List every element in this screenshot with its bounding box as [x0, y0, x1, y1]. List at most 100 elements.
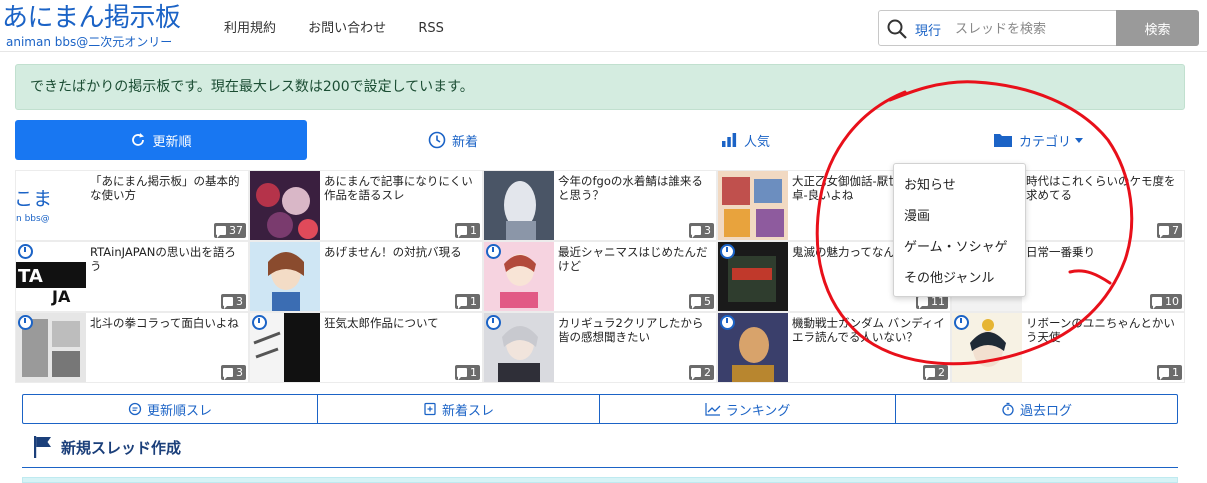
reply-count: 2: [689, 365, 714, 380]
nav-terms-link[interactable]: 利用規約: [224, 21, 276, 36]
search-box: 現行 検索: [878, 10, 1199, 46]
tab-category-label: カテゴリ: [1018, 134, 1071, 150]
reply-count: 1: [455, 223, 480, 238]
comment-icon: [918, 297, 928, 309]
reply-count: 3: [689, 223, 714, 238]
thread-title: カリギュラ2クリアしたから皆の感想聞きたい: [558, 316, 704, 344]
subnav-ranking[interactable]: ランキング: [600, 395, 896, 423]
reply-count: 1: [455, 294, 480, 309]
comment-icon: [457, 297, 467, 309]
new-thread-header[interactable]: 新規スレッド作成: [33, 434, 181, 460]
top-nav: 利用規約 お問い合わせ RSS: [224, 17, 472, 36]
thread-card[interactable]: こま n bbs@ 「あにまん掲示板」の基本的な使い方 37: [15, 170, 249, 241]
thread-title: あげません！の対抗バ現る: [324, 245, 462, 259]
section-divider: [22, 467, 1178, 468]
category-item-games[interactable]: ゲーム・ソシャゲ: [894, 232, 1025, 263]
clock-icon: [252, 315, 267, 330]
reply-count: 3: [221, 294, 246, 309]
reply-count-value: 5: [704, 295, 711, 308]
thread-thumbnail: [250, 171, 320, 240]
thread-thumbnail: [718, 171, 788, 240]
subnav-updated-threads[interactable]: 更新順スレ: [23, 395, 318, 423]
comment-icon: [925, 368, 935, 380]
thread-card[interactable]: カリギュラ2クリアしたから皆の感想聞きたい 2: [483, 312, 717, 383]
comment-icon: [457, 368, 467, 380]
svg-text:n bbs@: n bbs@: [16, 214, 50, 224]
thread-title: 日常一番乗り: [1026, 245, 1095, 259]
logo-title: あにまん掲示板: [2, 3, 181, 33]
thread-thumbnail: こま n bbs@: [16, 171, 86, 240]
thread-title: 北斗の拳コラって面白いよね: [90, 316, 239, 330]
comment-icon: [1159, 368, 1169, 380]
reply-count-value: 10: [1165, 295, 1179, 308]
category-item-manga[interactable]: 漫画: [894, 201, 1025, 232]
thread-card[interactable]: TA JA RTAinJAPANの思い出を語ろう 3: [15, 241, 249, 312]
tab-popular[interactable]: 人気: [599, 120, 891, 160]
subnav-archive[interactable]: 過去ログ: [896, 395, 1177, 423]
reply-count: 10: [1150, 294, 1182, 309]
sort-tabs: 更新順 新着 人気 カテゴリ: [15, 120, 1185, 160]
comment-icon: [216, 226, 226, 238]
thread-card[interactable]: 北斗の拳コラって面白いよね 3: [15, 312, 249, 383]
reply-count: 37: [214, 223, 246, 238]
search-scope-toggle[interactable]: 現行: [915, 20, 941, 39]
reply-count: 2: [923, 365, 948, 380]
thread-card[interactable]: 最近シャニマスはじめたんだけど 5: [483, 241, 717, 312]
logo-subtitle: animan bbs@二次元オンリー: [6, 35, 173, 49]
notice-banner: できたばかりの掲示板です。現在最大レス数は200で設定しています。: [15, 64, 1185, 110]
thread-title: RTAinJAPANの思い出を語ろう: [90, 245, 236, 273]
stopwatch-icon: [1002, 402, 1014, 416]
search-icon: [887, 19, 907, 39]
reply-count: 3: [221, 365, 246, 380]
thread-title: 時代はこれくらいのケモ度を求めてる: [1026, 174, 1176, 202]
reply-count-value: 37: [229, 224, 243, 237]
svg-text:JA: JA: [51, 287, 71, 306]
tab-category[interactable]: カテゴリ: [891, 120, 1185, 160]
thread-card[interactable]: あげません！の対抗バ現る 1: [249, 241, 483, 312]
tab-updated-label: 更新順: [152, 134, 192, 150]
tab-new[interactable]: 新着: [307, 120, 599, 160]
nav-contact-link[interactable]: お問い合わせ: [308, 21, 386, 36]
thread-card[interactable]: あにまんで記事になりにくい作品を語るスレ 1: [249, 170, 483, 241]
reply-count-value: 1: [470, 295, 477, 308]
bottom-nav: 更新順スレ 新着スレ ランキング 過去ログ: [22, 394, 1178, 424]
tab-popular-label: 人気: [743, 134, 770, 150]
nav-rss-link[interactable]: RSS: [418, 21, 444, 36]
reply-count-value: 2: [938, 366, 945, 379]
reply-count: 1: [1157, 365, 1182, 380]
category-dropdown: お知らせ 漫画 ゲーム・ソシャゲ その他ジャンル: [893, 163, 1026, 297]
reply-count: 7: [1157, 223, 1182, 238]
thread-title: リボーンのユニちゃんとかいう天使: [1026, 316, 1175, 344]
refresh-icon: [132, 133, 145, 146]
thread-card[interactable]: 狂気太郎作品について 1: [249, 312, 483, 383]
search-input[interactable]: [955, 18, 1115, 40]
reply-count-value: 1: [470, 224, 477, 237]
thread-card[interactable]: 今年のfgoの水着鯖は誰来ると思う？ 3: [483, 170, 717, 241]
comment-icon: [691, 226, 701, 238]
reply-count-value: 3: [236, 366, 243, 379]
comment-icon: [1152, 297, 1162, 309]
thread-thumbnail: [484, 171, 554, 240]
category-item-news[interactable]: お知らせ: [894, 170, 1025, 201]
tab-new-label: 新着: [451, 134, 478, 150]
trend-chart-icon: [705, 403, 721, 416]
comment-icon: [223, 297, 233, 309]
comment-icon: [1159, 226, 1169, 238]
comment-icon: [457, 226, 467, 238]
subnav-updated-label: 更新順スレ: [146, 403, 212, 419]
thread-card[interactable]: 機動戦士ガンダム バンディイエラ読んでる人いない？ 2: [717, 312, 951, 383]
clock-icon: [720, 315, 735, 330]
site-header: あにまん掲示板 animan bbs@二次元オンリー 利用規約 お問い合わせ R…: [0, 0, 1207, 52]
clock-icon: [486, 315, 501, 330]
form-panel-edge: [22, 477, 1178, 483]
subnav-new-threads[interactable]: 新着スレ: [318, 395, 600, 423]
thread-title: 機動戦士ガンダム バンディイエラ読んでる人いない？: [792, 316, 945, 344]
reply-count: 5: [689, 294, 714, 309]
site-logo[interactable]: あにまん掲示板 animan bbs@二次元オンリー: [2, 2, 202, 50]
tab-updated[interactable]: 更新順: [15, 120, 307, 160]
flag-icon: [34, 436, 51, 458]
thread-thumbnail: [250, 242, 320, 311]
thread-card[interactable]: リボーンのユニちゃんとかいう天使 1: [951, 312, 1185, 383]
category-item-other[interactable]: その他ジャンル: [894, 263, 1025, 294]
search-button[interactable]: 検索: [1116, 10, 1199, 46]
